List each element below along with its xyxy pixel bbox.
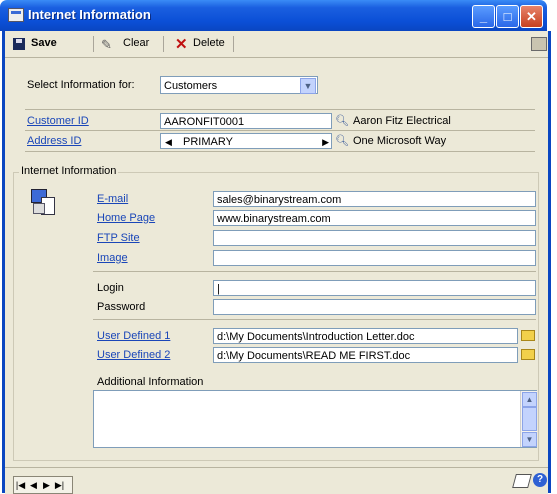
divider <box>93 319 536 320</box>
select-info-label: Select Information for: <box>27 79 135 91</box>
lookup-icon[interactable]: 🔍︎ <box>335 134 349 148</box>
lookup-icon[interactable]: 🔍︎ <box>335 114 349 128</box>
note-icon[interactable] <box>512 474 532 488</box>
login-field[interactable]: | <box>213 280 536 296</box>
scroll-thumb[interactable] <box>522 407 537 431</box>
minimize-button[interactable]: _ <box>472 5 495 28</box>
clear-button[interactable]: Clear <box>123 37 149 49</box>
login-label: Login <box>97 282 124 294</box>
save-icon[interactable] <box>13 38 25 50</box>
internet-info-icon <box>31 189 57 217</box>
email-link[interactable]: E-mail <box>97 193 128 205</box>
home-page-field[interactable]: www.binarystream.com <box>213 210 536 226</box>
user-defined-2-link[interactable]: User Defined 2 <box>97 349 170 361</box>
status-bar: |◀ ◀ ▶ ▶| ? <box>5 467 548 494</box>
delete-button[interactable]: Delete <box>193 37 225 49</box>
user-defined-2-field[interactable]: d:\My Documents\READ ME FIRST.doc <box>213 347 518 363</box>
home-page-link[interactable]: Home Page <box>97 212 155 224</box>
toolbar-separator <box>163 36 164 52</box>
customer-name: Aaron Fitz Electrical <box>353 115 451 127</box>
folder-icon[interactable] <box>521 330 535 341</box>
folder-icon[interactable] <box>521 349 535 360</box>
password-label: Password <box>97 301 146 313</box>
last-record-icon[interactable]: ▶| <box>53 477 66 493</box>
next-arrow-icon[interactable]: ▶ <box>322 134 329 150</box>
chevron-down-icon[interactable]: ▼ <box>300 78 316 94</box>
additional-info-label: Additional Information <box>97 376 204 388</box>
scroll-down-icon[interactable]: ▼ <box>522 432 537 447</box>
window-title: Internet Information <box>28 7 151 22</box>
divider <box>93 271 536 272</box>
save-button[interactable]: Save <box>31 37 57 49</box>
maximize-button[interactable]: □ <box>496 5 519 28</box>
image-field[interactable] <box>213 250 536 266</box>
window-icon <box>8 8 24 22</box>
divider <box>25 151 535 152</box>
toolbar-separator <box>93 36 94 52</box>
record-navigator: |◀ ◀ ▶ ▶| <box>13 476 73 494</box>
customer-id-field[interactable]: AARONFIT0001 <box>160 113 332 129</box>
address-id-field[interactable]: ◀ PRIMARY ▶ <box>160 133 332 149</box>
address-name: One Microsoft Way <box>353 135 447 147</box>
previous-record-icon[interactable]: ◀ <box>27 477 40 493</box>
email-field[interactable]: sales@binarystream.com <box>213 191 536 207</box>
select-info-value: Customers <box>164 80 218 92</box>
toolbar: Save ✎ Clear ✕ Delete <box>5 31 548 58</box>
previous-arrow-icon[interactable]: ◀ <box>165 134 172 150</box>
divider <box>25 109 535 110</box>
next-record-icon[interactable]: ▶ <box>40 477 53 493</box>
user-defined-1-link[interactable]: User Defined 1 <box>97 330 170 342</box>
image-link[interactable]: Image <box>97 252 128 264</box>
address-id-value: PRIMARY <box>183 136 233 148</box>
password-field[interactable] <box>213 299 536 315</box>
first-record-icon[interactable]: |◀ <box>14 477 27 493</box>
divider <box>25 130 535 131</box>
close-button[interactable]: ✕ <box>520 5 543 28</box>
help-icon[interactable]: ? <box>533 473 547 487</box>
customer-id-link[interactable]: Customer ID <box>27 115 89 127</box>
additional-info-textarea[interactable] <box>93 390 537 448</box>
group-title: Internet Information <box>19 165 119 177</box>
additional-info-scrollbar[interactable]: ▲ ▼ <box>520 391 537 447</box>
select-info-dropdown[interactable]: Customers ▼ <box>160 76 318 94</box>
title-bar: Internet Information _ □ ✕ <box>0 0 547 31</box>
clear-icon[interactable]: ✎ <box>101 37 115 52</box>
print-icon[interactable] <box>531 37 547 51</box>
user-defined-1-field[interactable]: d:\My Documents\Introduction Letter.doc <box>213 328 518 344</box>
scroll-up-icon[interactable]: ▲ <box>522 392 537 407</box>
toolbar-separator <box>233 36 234 52</box>
delete-icon[interactable]: ✕ <box>175 35 188 53</box>
window-body: Save ✎ Clear ✕ Delete Select Information… <box>2 31 551 494</box>
ftp-site-link[interactable]: FTP Site <box>97 232 140 244</box>
internet-information-window: Internet Information _ □ ✕ Save ✎ Clear … <box>0 0 557 494</box>
address-id-link[interactable]: Address ID <box>27 135 81 147</box>
ftp-site-field[interactable] <box>213 230 536 246</box>
